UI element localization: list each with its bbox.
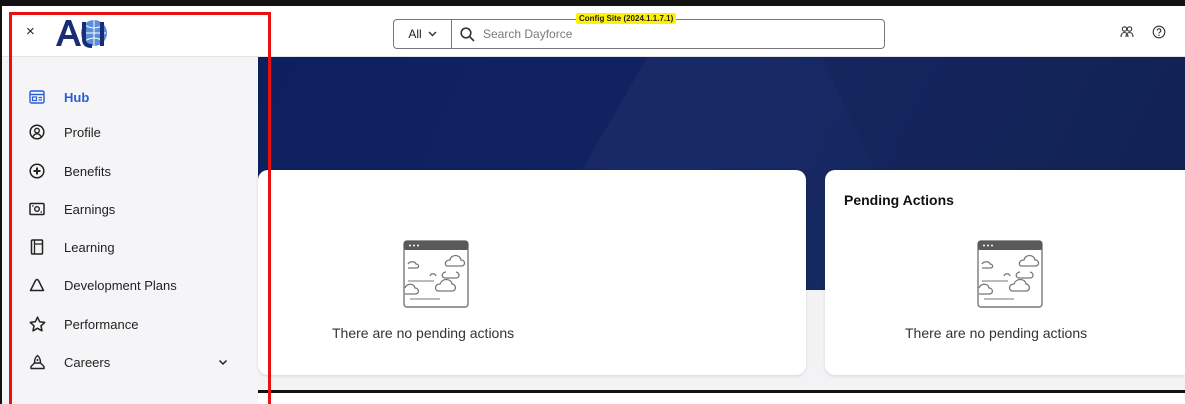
- empty-state-illustration: [977, 240, 1043, 308]
- highlight-box: [9, 12, 271, 404]
- search-icon: [460, 26, 475, 42]
- empty-state-text: There are no pending actions: [905, 325, 1088, 341]
- search-field[interactable]: [452, 26, 884, 42]
- pending-actions-card: There are no pending actions: [258, 170, 806, 375]
- empty-state-illustration: [403, 240, 469, 308]
- help-icon[interactable]: [1152, 25, 1166, 44]
- divider: [258, 390, 1185, 393]
- search-scope-select[interactable]: All: [394, 20, 452, 48]
- empty-state-text: There are no pending actions: [332, 325, 515, 341]
- people-icon[interactable]: [1120, 25, 1134, 44]
- search-input[interactable]: [483, 27, 783, 41]
- pending-actions-card: Pending Actions There are no pending act…: [825, 170, 1185, 375]
- search-scope-label: All: [408, 27, 422, 41]
- config-site-badge: Config Site (2024.1.1.7.1): [576, 13, 677, 24]
- chevron-down-icon: [428, 31, 437, 37]
- card-title: Pending Actions: [844, 192, 954, 208]
